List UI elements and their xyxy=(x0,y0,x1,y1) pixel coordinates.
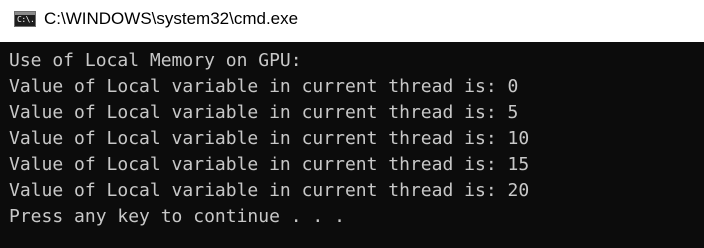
cmd-console-icon: C:\. xyxy=(14,11,36,27)
console-line: Value of Local variable in current threa… xyxy=(9,154,530,175)
console-prompt-line: Press any key to continue . . . xyxy=(9,206,345,227)
console-output[interactable]: Use of Local Memory on GPU: Value of Loc… xyxy=(0,42,704,248)
cmd-window: C:\. C:\WINDOWS\system32\cmd.exe Use of … xyxy=(0,0,704,248)
console-line: Value of Local variable in current threa… xyxy=(9,180,530,201)
console-line: Value of Local variable in current threa… xyxy=(9,76,519,97)
title-bar[interactable]: C:\. C:\WINDOWS\system32\cmd.exe xyxy=(0,0,704,42)
console-line: Value of Local variable in current threa… xyxy=(9,128,530,149)
window-title: C:\WINDOWS\system32\cmd.exe xyxy=(44,9,299,28)
console-line: Use of Local Memory on GPU: xyxy=(9,50,302,71)
console-line: Value of Local variable in current threa… xyxy=(9,102,519,123)
icon-glyph: C:\. xyxy=(17,15,35,24)
